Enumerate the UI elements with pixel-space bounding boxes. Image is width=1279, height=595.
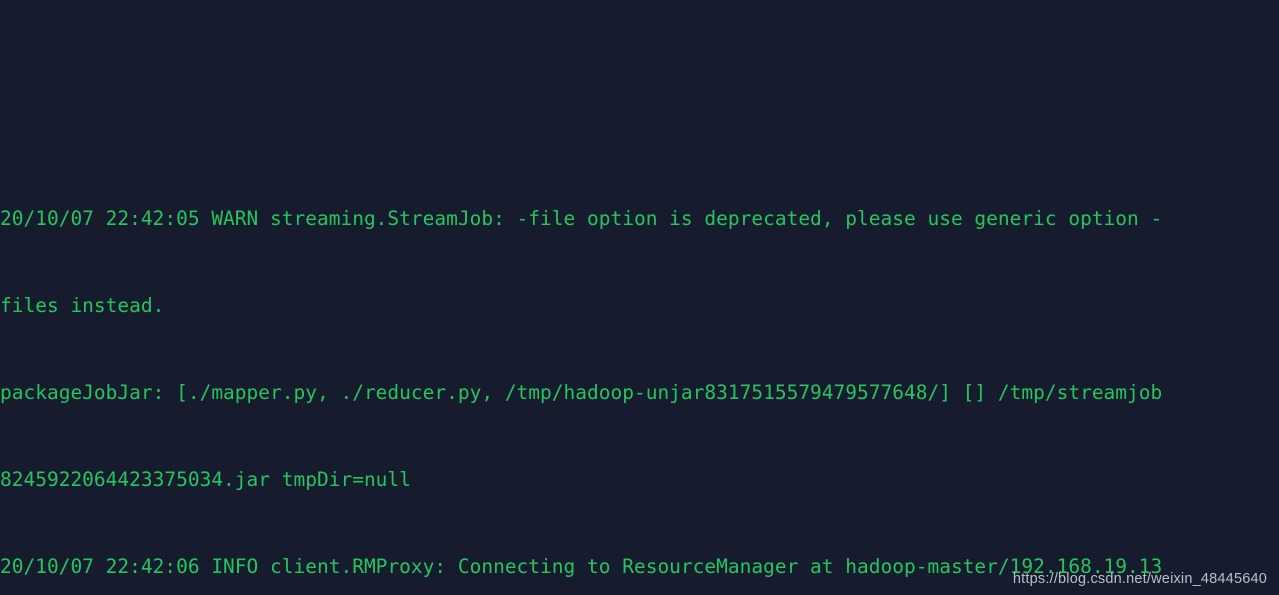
log-line: 8245922064423375034.jar tmpDir=null bbox=[0, 468, 411, 491]
watermark-text: https://blog.csdn.net/weixin_48445640 bbox=[1012, 571, 1267, 587]
log-line: 20/10/07 22:42:05 WARN streaming.StreamJ… bbox=[0, 207, 1163, 230]
log-line: files instead. bbox=[0, 294, 165, 317]
log-line: packageJobJar: [./mapper.py, ./reducer.p… bbox=[0, 381, 1163, 404]
shell-prompt-line: [root@]# ./streaming.sh bbox=[0, 88, 1279, 117]
terminal-output: [root@]# ./streaming.sh 20/10/07 22:42:0… bbox=[0, 0, 1279, 595]
terminal-window[interactable]: [root@]# ./streaming.sh 20/10/07 22:42:0… bbox=[0, 0, 1279, 595]
